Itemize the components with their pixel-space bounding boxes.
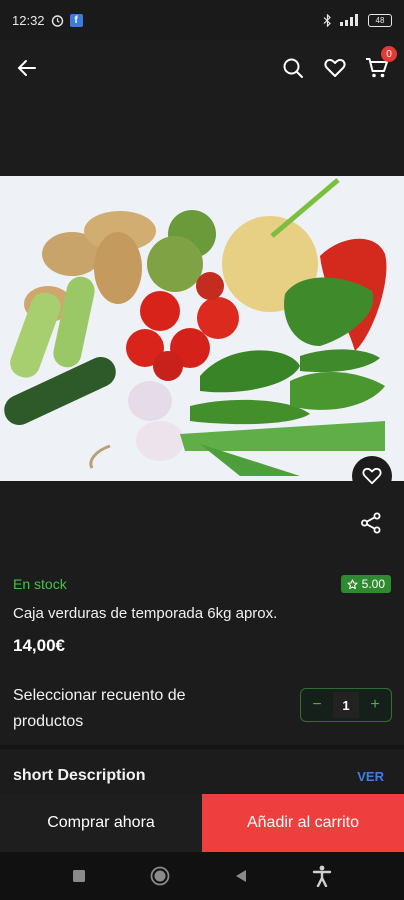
status-time: 12:32 [12,12,45,28]
battery-icon: 48 [368,13,392,27]
recents-icon[interactable] [72,869,86,883]
home-icon[interactable] [150,866,170,886]
vegetables-illustration [0,176,404,481]
cart-count-badge: 0 [381,46,397,62]
favorite-button[interactable] [352,456,392,496]
add-to-cart-button[interactable]: Añadir al carrito [202,794,404,852]
app-bar-actions: 0 [280,46,397,81]
rating-value: 5.00 [361,577,385,591]
rating-badge: 5.00 [340,575,391,593]
bluetooth-icon [323,13,331,27]
product-title: Caja verduras de temporada 6kg aprox. [13,605,278,622]
star-icon [347,578,358,589]
system-nav-bar [0,852,404,900]
share-button[interactable] [360,512,382,534]
status-bar: 12:32 f 48 [0,0,404,40]
quantity-decrease-button[interactable]: − [309,696,325,714]
back-nav-icon[interactable] [234,869,248,883]
quantity-value[interactable]: 1 [333,692,359,718]
search-button[interactable] [280,55,306,81]
heart-icon [362,467,382,485]
share-icon [361,512,381,534]
section-divider [0,745,404,749]
view-description-link[interactable]: VER [357,769,384,784]
quantity-increase-button[interactable]: + [367,696,383,714]
facebook-icon: f [69,13,83,27]
description-row: short Description VER [0,758,404,794]
bottom-action-bar: Comprar ahora Añadir al carrito [0,794,404,852]
status-bar-left: 12:32 f [12,13,83,28]
cart-button[interactable]: 0 [364,46,397,81]
alarm-icon [51,14,63,27]
buy-now-button[interactable]: Comprar ahora [0,794,202,852]
status-bar-right: 48 [323,13,392,27]
app-bar: 0 [0,40,404,96]
arrow-left-icon [17,60,36,76]
signal-icon [340,14,358,26]
heart-icon [324,59,346,77]
wishlist-button[interactable] [322,55,348,81]
stock-status: En stock [13,576,67,592]
back-button[interactable] [14,55,40,81]
search-icon [283,58,303,78]
description-title: short Description [13,767,146,784]
quantity-stepper: − 1 + [300,688,392,722]
product-price: 14,00€ [13,636,65,655]
product-image [0,176,404,481]
quantity-label: Seleccionar recuento de productos [13,687,186,730]
accessibility-icon[interactable] [312,865,332,887]
